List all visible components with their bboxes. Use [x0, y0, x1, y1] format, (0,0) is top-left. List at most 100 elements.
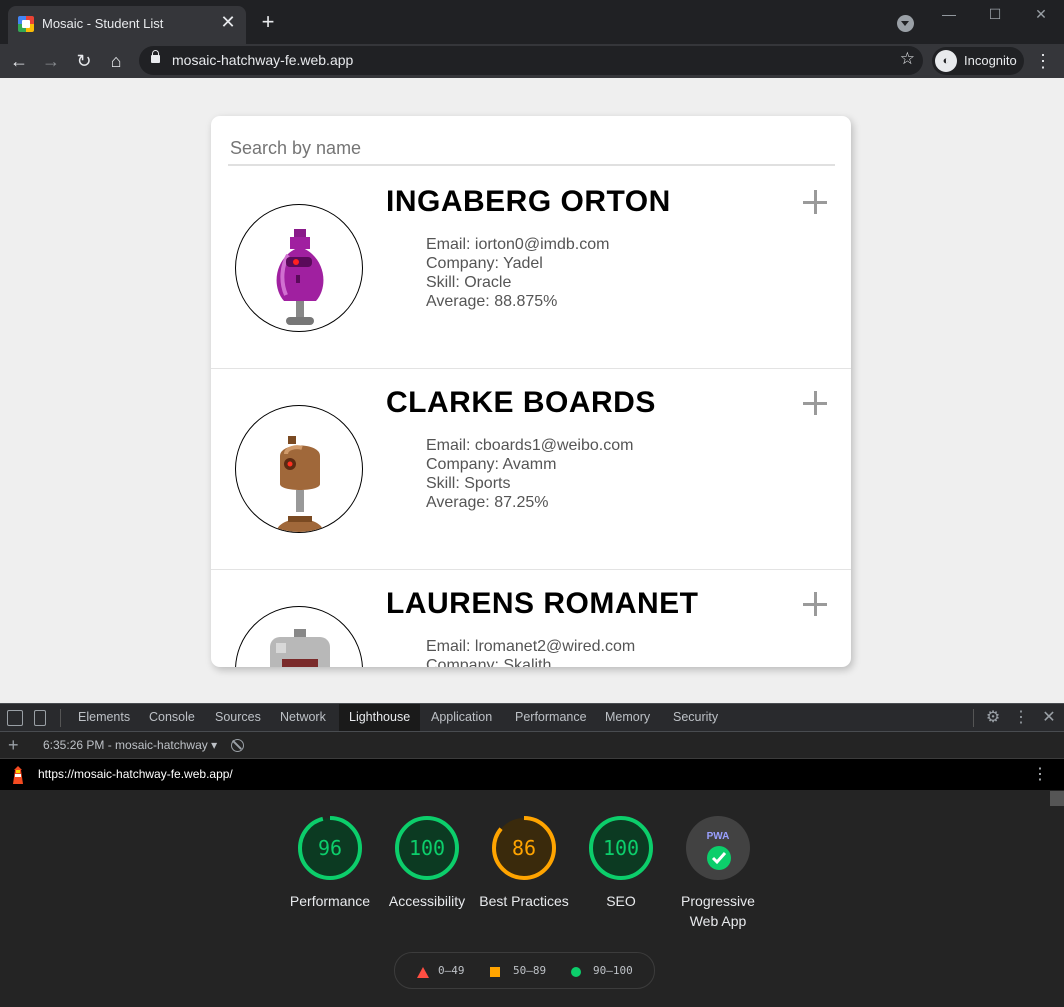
student-skill: Skill: Sports	[426, 475, 511, 492]
tab-memory[interactable]: Memory	[595, 704, 660, 731]
tab-console[interactable]: Console	[139, 704, 205, 731]
pwa-icon: PWA	[686, 816, 750, 880]
gauge-score: 100	[603, 836, 639, 860]
legend-average-range: 50–89	[513, 964, 547, 977]
tab-search-icon[interactable]	[897, 15, 914, 32]
tab-performance[interactable]: Performance	[505, 704, 597, 731]
back-icon[interactable]: ←	[6, 48, 32, 74]
address-bar[interactable]: mosaic-hatchway-fe.web.app ☆	[139, 46, 923, 75]
robot-avatar-icon	[276, 229, 324, 325]
devtools-menu-icon[interactable]: ⋮	[1011, 708, 1031, 728]
inspect-element-icon[interactable]	[7, 710, 23, 726]
student-email: Email: cboards1@weibo.com	[426, 437, 634, 454]
incognito-profile-button[interactable]: ◐ Incognito	[932, 47, 1024, 75]
expand-plus-icon[interactable]	[801, 188, 831, 218]
student-details: Email: lromanet2@wired.com Company: Skal…	[426, 637, 635, 667]
gauge-score: 96	[318, 836, 342, 860]
avatar	[235, 204, 363, 332]
settings-gear-icon[interactable]: ⚙	[983, 708, 1003, 728]
report-menu-icon[interactable]: ⋮	[1032, 764, 1048, 784]
pwa-badge[interactable]: PWA Progressive Web App	[668, 815, 768, 931]
tab-elements[interactable]: Elements	[68, 704, 140, 731]
student-company: Company: Yadel	[426, 255, 543, 272]
browser-tab-strip: Mosaic - Student List ✕ + — ☐ ✕	[0, 0, 1064, 44]
lighthouse-url-bar: https://mosaic-hatchway-fe.web.app/ ⋮	[0, 759, 1064, 790]
home-icon[interactable]: ⌂	[103, 48, 129, 74]
tab-security[interactable]: Security	[663, 704, 728, 731]
page-viewport: INGABERG ORTON Email: iorton0@imdb.com C…	[0, 78, 1064, 703]
score-gauge[interactable]: 100 Accessibility	[377, 815, 477, 911]
browser-menu-icon[interactable]: ⋮	[1033, 49, 1053, 73]
legend-pass-range: 90–100	[593, 964, 633, 977]
report-selector[interactable]: 6:35:26 PM - mosaic-hatchway ▾	[43, 738, 217, 752]
robot-avatar-icon	[270, 629, 330, 667]
gauge-label: Performance	[289, 893, 371, 909]
gauge-ring: 100	[395, 816, 459, 880]
student-email: Email: iorton0@imdb.com	[426, 236, 610, 253]
tab-lighthouse[interactable]: Lighthouse	[339, 704, 421, 731]
new-report-icon[interactable]: +	[8, 735, 19, 756]
clear-reports-icon[interactable]	[231, 739, 244, 752]
divider	[973, 709, 974, 727]
student-skill: Skill: Oracle	[426, 274, 512, 291]
gauge-ring: 96	[298, 816, 362, 880]
search-input[interactable]	[228, 132, 835, 166]
scrollbar[interactable]	[1050, 791, 1064, 806]
minimize-icon[interactable]: —	[926, 2, 972, 26]
pwa-badge-text: PWA	[707, 831, 730, 842]
tab-sources[interactable]: Sources	[205, 704, 271, 731]
legend-fail-range: 0–49	[438, 964, 465, 977]
reload-icon[interactable]: ↻	[71, 48, 97, 74]
close-window-icon[interactable]: ✕	[1018, 2, 1064, 26]
student-row: LAURENS ROMANET Email: lromanet2@wired.c…	[211, 570, 851, 667]
student-name: INGABERG ORTON	[386, 185, 671, 218]
devtools-tab-bar: Elements Console Sources Network Lighthouse A…	[0, 703, 1064, 732]
avatar	[235, 405, 363, 533]
tab-network[interactable]: Network	[270, 704, 336, 731]
score-gauge[interactable]: 96 Performance	[280, 815, 380, 911]
score-gauge[interactable]: 100 SEO	[571, 815, 671, 911]
expand-plus-icon[interactable]	[801, 590, 831, 620]
average-square-icon	[490, 967, 500, 977]
tab-application[interactable]: Application	[421, 704, 502, 731]
device-toolbar-icon[interactable]	[34, 710, 46, 726]
student-company: Company: Avamm	[426, 456, 557, 473]
student-row: INGABERG ORTON Email: iorton0@imdb.com C…	[211, 168, 851, 369]
browser-tab[interactable]: Mosaic - Student List ✕	[8, 6, 246, 44]
student-list-card: INGABERG ORTON Email: iorton0@imdb.com C…	[211, 116, 851, 667]
browser-toolbar: ← → ↻ ⌂ mosaic-hatchway-fe.web.app ☆ ◐ I…	[0, 44, 1064, 78]
gauge-ring: 86	[492, 816, 556, 880]
expand-plus-icon[interactable]	[801, 389, 831, 419]
robot-avatar-icon	[276, 436, 324, 532]
forward-icon[interactable]: →	[38, 48, 64, 74]
bookmark-star-icon[interactable]: ☆	[900, 49, 915, 69]
devtools-panel: Elements Console Sources Network Lighthouse A…	[0, 703, 1064, 1007]
student-row: CLARKE BOARDS Email: cboards1@weibo.com …	[211, 369, 851, 570]
gauge-ring: 100	[589, 816, 653, 880]
student-email: Email: lromanet2@wired.com	[426, 638, 636, 655]
gauge-score: 100	[409, 836, 445, 860]
incognito-icon: ◐	[935, 50, 957, 72]
gauge-label: Progressive Web App	[681, 893, 755, 929]
new-tab-button[interactable]: +	[256, 11, 280, 35]
maximize-icon[interactable]: ☐	[972, 2, 1018, 26]
gauge-label: Accessibility	[388, 893, 466, 909]
tab-title: Mosaic - Student List	[42, 16, 164, 31]
gauge-label: SEO	[606, 893, 636, 909]
student-name: LAURENS ROMANET	[386, 587, 699, 620]
student-average: Average: 88.875%	[426, 293, 558, 310]
close-devtools-icon[interactable]: ✕	[1039, 708, 1059, 728]
gauge-score: 86	[512, 836, 536, 860]
score-gauge[interactable]: 86 Best Practices	[474, 815, 574, 911]
url-text: mosaic-hatchway-fe.web.app	[172, 52, 354, 68]
student-company: Company: Skalith	[426, 657, 552, 667]
pass-circle-icon	[571, 967, 581, 977]
gauge-label: Best Practices	[479, 893, 569, 909]
student-details: Email: cboards1@weibo.com Company: Avamm…	[426, 436, 633, 512]
student-average: Average: 87.25%	[426, 494, 549, 511]
lighthouse-logo-icon	[13, 766, 23, 784]
close-tab-icon[interactable]: ✕	[218, 12, 238, 32]
profile-label: Incognito	[964, 53, 1017, 68]
favicon-icon	[18, 16, 34, 32]
score-legend: 0–49 50–89 90–100	[394, 952, 655, 989]
